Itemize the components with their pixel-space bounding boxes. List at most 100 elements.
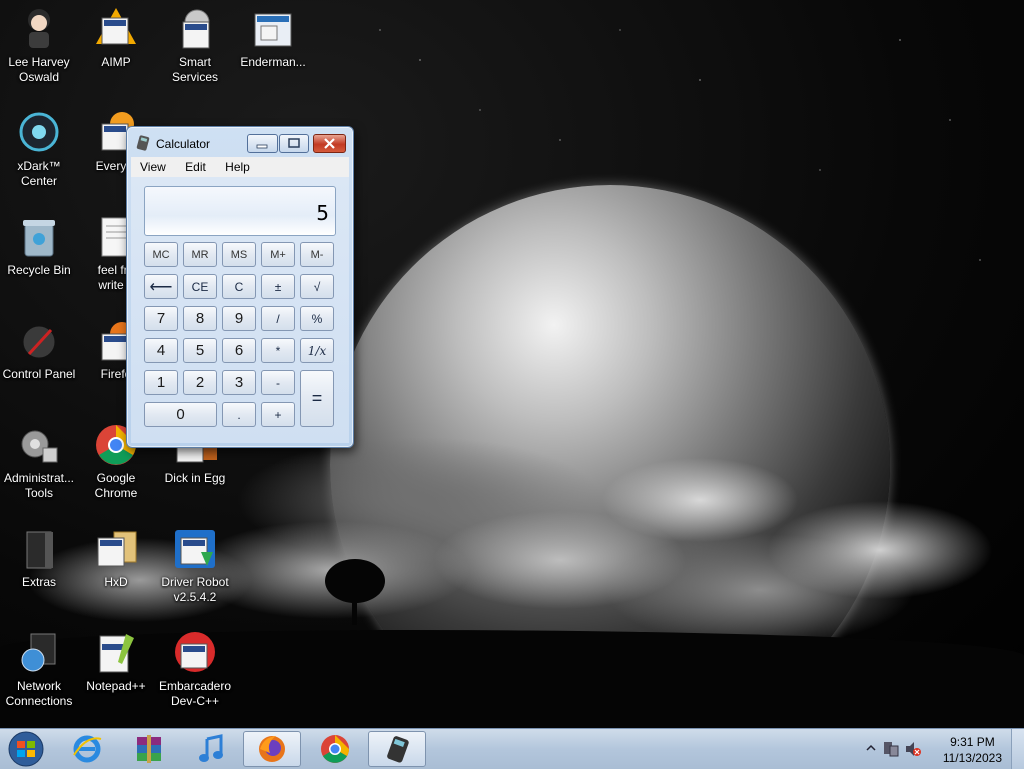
close-icon — [324, 138, 335, 149]
key-1[interactable]: 1 — [144, 370, 178, 395]
key-divide[interactable]: / — [261, 306, 295, 331]
minimize-button[interactable] — [247, 134, 278, 153]
firefox-icon — [259, 736, 285, 762]
key-9[interactable]: 9 — [222, 306, 256, 331]
desktop-icon-driver-robot[interactable]: Driver Robot v2.5.4.2 — [156, 520, 234, 605]
taskbar-itunes[interactable] — [182, 731, 240, 767]
key-c[interactable]: C — [222, 274, 256, 299]
clock-time: 9:31 PM — [950, 735, 995, 749]
driver-robot-icon — [175, 530, 215, 568]
key-add[interactable]: + — [261, 402, 295, 427]
recycle-bin-icon — [23, 220, 55, 257]
taskbar-winrar[interactable] — [120, 731, 178, 767]
key-ms[interactable]: MS — [222, 242, 256, 267]
key-0[interactable]: 0 — [144, 402, 217, 427]
key-8[interactable]: 8 — [183, 306, 217, 331]
calculator-icon — [387, 736, 409, 763]
desktop-icon-recycle-bin[interactable]: Recycle Bin — [0, 208, 78, 278]
icon-label: Embarcadero Dev-C++ — [158, 679, 232, 708]
icon-label: Google Chrome — [94, 471, 138, 500]
action-center-icon[interactable] — [882, 740, 900, 758]
key-m-plus[interactable]: M+ — [261, 242, 295, 267]
key-percent[interactable]: % — [300, 306, 334, 331]
winrar-icon — [137, 735, 161, 763]
icon-label: Recycle Bin — [7, 263, 71, 277]
internet-explorer-icon — [73, 735, 102, 763]
icon-label: xDark™ Center — [17, 159, 61, 188]
menu-bar: View Edit Help — [131, 157, 349, 177]
key-7[interactable]: 7 — [144, 306, 178, 331]
desktop-icon-devcpp[interactable]: Embarcadero Dev-C++ — [156, 624, 234, 709]
desktop-icon-xdark-center[interactable]: xDark™ Center — [0, 104, 78, 189]
key-decimal[interactable]: . — [222, 402, 256, 427]
icon-label: Enderman... — [240, 55, 306, 69]
desktop-icon-hxd[interactable]: HxD — [77, 520, 155, 590]
key-6[interactable]: 6 — [222, 338, 256, 363]
taskbar-calculator[interactable] — [368, 731, 426, 767]
desktop-icon-lee-harvey-oswald[interactable]: Lee Harvey Oswald — [0, 0, 78, 85]
key-backspace[interactable]: ⟵ — [144, 274, 178, 299]
key-5[interactable]: 5 — [183, 338, 217, 363]
menu-help[interactable]: Help — [216, 157, 257, 174]
character-icon — [28, 9, 50, 48]
maximize-icon — [288, 138, 300, 148]
key-mc[interactable]: MC — [144, 242, 178, 267]
aimp-icon — [96, 8, 136, 45]
maximize-button[interactable] — [279, 134, 309, 153]
icon-label: Smart Services — [171, 55, 218, 84]
icon-label: Network Connections — [5, 679, 73, 708]
desktop-icon-network-connections[interactable]: Network Connections — [0, 624, 78, 709]
devcpp-icon — [175, 632, 215, 672]
icon-label: HxD — [104, 575, 128, 589]
start-button[interactable] — [4, 731, 48, 767]
key-equals[interactable]: = — [300, 370, 334, 427]
show-desktop-button[interactable] — [1011, 729, 1024, 769]
menu-edit[interactable]: Edit — [176, 157, 213, 174]
key-plus-minus[interactable]: ± — [261, 274, 295, 299]
icon-label: Administrat... Tools — [3, 471, 75, 500]
notepadpp-icon — [99, 634, 134, 673]
close-button[interactable] — [313, 134, 346, 153]
icon-label: Lee Harvey Oswald — [8, 55, 70, 84]
key-2[interactable]: 2 — [183, 370, 217, 395]
icon-label: Extras — [21, 575, 56, 589]
admin-tools-icon — [21, 430, 58, 463]
icon-label: AIMP — [101, 55, 131, 69]
desktop-icon-smart-services[interactable]: Smart Services — [156, 0, 234, 85]
key-subtract[interactable]: - — [261, 370, 295, 395]
icon-label: Dick in Egg — [164, 471, 226, 485]
system-tray: 9:31 PM 11/13/2023 — [854, 729, 1024, 769]
key-4[interactable]: 4 — [144, 338, 178, 363]
desktop-icon-notepadpp[interactable]: Notepad++ — [77, 624, 155, 694]
network-icon — [21, 633, 56, 672]
show-hidden-icons-icon[interactable] — [866, 743, 876, 753]
taskbar-chrome[interactable] — [306, 731, 364, 767]
icon-label: Control Panel — [2, 367, 76, 381]
xdark-orb-icon — [19, 112, 59, 152]
window-title: Calculator — [156, 137, 211, 151]
window-app-icon — [254, 13, 292, 47]
menu-view[interactable]: View — [131, 157, 173, 174]
key-ce[interactable]: CE — [183, 274, 217, 299]
taskbar-internet-explorer[interactable] — [58, 731, 116, 767]
key-mr[interactable]: MR — [183, 242, 217, 267]
icon-label: Driver Robot v2.5.4.2 — [161, 575, 229, 604]
calculator-window[interactable]: Calculator View Edit Help 5 MC MR MS M+ … — [126, 126, 354, 448]
minimize-icon — [256, 144, 268, 149]
desktop-icon-extras[interactable]: Extras — [0, 520, 78, 590]
desktop-icon-enderman[interactable]: Enderman... — [234, 0, 312, 70]
clock[interactable]: 9:31 PM 11/13/2023 — [943, 734, 1002, 766]
key-multiply[interactable]: * — [261, 338, 295, 363]
key-reciprocal[interactable]: 1/x — [300, 338, 334, 363]
desktop-icon-administrative-tools[interactable]: Administrat... Tools — [0, 416, 78, 501]
title-bar[interactable]: Calculator — [127, 127, 353, 157]
desktop-icon-aimp[interactable]: AIMP — [77, 0, 155, 70]
key-3[interactable]: 3 — [222, 370, 256, 395]
taskbar-firefox[interactable] — [243, 731, 301, 767]
itunes-icon — [199, 734, 223, 762]
desktop-icon-control-panel[interactable]: Control Panel — [0, 312, 78, 382]
key-m-minus[interactable]: M- — [300, 242, 334, 267]
volume-muted-icon[interactable] — [904, 740, 922, 758]
chrome-icon — [321, 735, 349, 763]
key-sqrt[interactable]: √ — [300, 274, 334, 299]
